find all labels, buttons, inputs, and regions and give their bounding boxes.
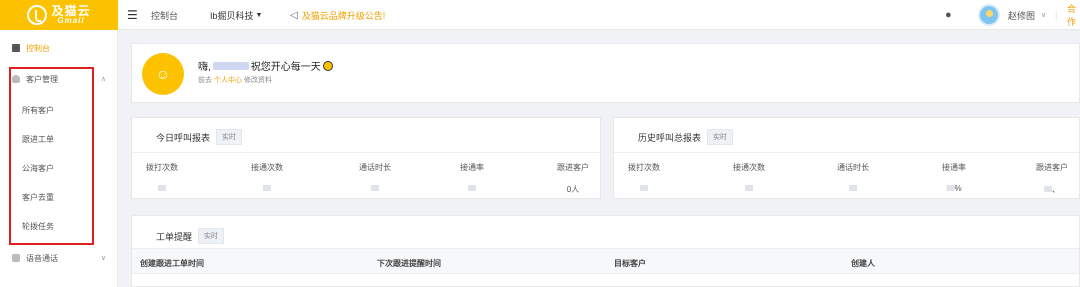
report-title: 历史呼叫总报表 实时 [638, 129, 734, 145]
greeting-prefix: 嗨, [198, 62, 211, 73]
brand-logo[interactable]: 及猫云 Gmall [0, 0, 118, 30]
column-header[interactable]: 创建跟进工单时间 [140, 258, 204, 269]
announcement-link[interactable]: ◁ 及猫云品牌升级公告! [290, 0, 385, 30]
chevron-down-icon: ∨ [100, 255, 106, 262]
smile-emoji-icon [322, 60, 333, 71]
redacted-value [371, 184, 379, 193]
sidebar-item-dashboard[interactable]: 控制台 [0, 34, 118, 62]
profile-avatar-icon: ☺ [142, 53, 184, 95]
company-selector[interactable]: Ib掘贝科技 ▼ [210, 0, 262, 30]
stat-value: % [946, 184, 962, 193]
column-header: 拨打次数 [628, 163, 660, 172]
sidebar-item-label: 控制台 [26, 43, 50, 53]
column-header: 通话时长 [359, 163, 391, 172]
top-bar: 及猫云 Gmall ☰ 控制台 Ib掘贝科技 ▼ ◁ 及猫云品牌升级公告! ● … [0, 0, 1080, 30]
redacted-name [212, 61, 249, 70]
profile-hint: 前去 个人中心 修改资料 [198, 75, 272, 85]
column-header[interactable]: 下次跟进提醒时间 [377, 258, 441, 269]
greeting-suffix: 祝您开心每一天 [250, 62, 321, 73]
today-call-report: 今日呼叫报表 实时 拨打次数 接通次数 通话时长 接通率 跟进客户 0人 [131, 117, 601, 199]
divider: | [1055, 10, 1058, 20]
sidebar-group-label: 语音通话 [26, 253, 58, 263]
divider [132, 152, 600, 153]
profile-hint-prefix: 前去 [198, 77, 212, 84]
chevron-up-icon: ∧ [100, 76, 106, 83]
column-header: 通话时长 [837, 163, 869, 172]
chat-icon [12, 254, 20, 262]
user-avatar[interactable] [978, 4, 1000, 26]
brand-name: 及猫云 Gmall [51, 5, 90, 25]
orders-title: 工单提醒 实时 [156, 228, 225, 244]
profile-center-link[interactable]: 个人中心 [214, 77, 242, 84]
divider [614, 152, 1079, 153]
column-header: 跟进客户 [557, 163, 589, 172]
report-title-text: 今日呼叫报表 [156, 132, 211, 143]
column-header: 接通次数 [251, 163, 283, 172]
realtime-tag: 实时 [198, 228, 225, 244]
column-header: 接通次数 [733, 163, 765, 172]
redacted-value [158, 184, 166, 193]
brand-name-en: Gmall [57, 16, 85, 25]
greeting: 嗨, 祝您开心每一天 [198, 58, 333, 73]
profile-hint-tail: 修改资料 [243, 77, 272, 84]
realtime-tag: 实时 [216, 129, 243, 145]
column-header: 跟进客户 [1036, 163, 1068, 172]
realtime-tag: 实时 [707, 129, 734, 145]
partner-link[interactable]: 合作 [1067, 0, 1080, 30]
user-menu[interactable]: 赵修图 ∨ [1008, 0, 1046, 30]
bell-icon[interactable]: ● [945, 0, 952, 30]
chevron-down-icon: ∨ [1041, 12, 1047, 19]
report-title: 今日呼叫报表 实时 [156, 129, 243, 145]
highlight-box [9, 67, 94, 245]
welcome-card: ☺ 嗨, 祝您开心每一天 前去 个人中心 修改资料 [131, 43, 1080, 103]
speaker-icon: ◁ [290, 9, 298, 21]
redacted-value [640, 184, 648, 193]
stat-value: 0人 [566, 185, 580, 194]
column-header: 接通率 [460, 163, 484, 172]
breadcrumb: 控制台 [151, 10, 179, 21]
table-header: 创建跟进工单时间 下次跟进提醒时间 目标客户 创建人 [132, 248, 1079, 274]
column-header: 拨打次数 [146, 163, 178, 172]
caret-down-icon: ▼ [255, 11, 263, 19]
redacted-value [263, 184, 271, 193]
column-header[interactable]: 目标客户 [614, 258, 646, 269]
value-suffix: 、 [1052, 185, 1060, 194]
redacted-value [849, 184, 857, 193]
percent-sign: % [954, 184, 962, 193]
company-name: Ib掘贝科技 [210, 10, 254, 21]
menu-fold-icon[interactable]: ☰ [127, 0, 138, 30]
stat-value: 、 [1044, 184, 1060, 195]
history-call-report: 历史呼叫总报表 实时 拨打次数 接通次数 通话时长 接通率 跟进客户 % 、 [613, 117, 1080, 199]
column-header[interactable]: 创建人 [851, 258, 875, 269]
sidebar-group-voice[interactable]: 语音通话 ∨ [0, 244, 118, 272]
work-order-reminders: 工单提醒 实时 创建跟进工单时间 下次跟进提醒时间 目标客户 创建人 [131, 215, 1080, 287]
cat-logo-icon [27, 5, 48, 25]
dashboard-icon [12, 44, 20, 52]
report-title-text: 历史呼叫总报表 [638, 132, 702, 143]
announcement-text: 及猫云品牌升级公告! [301, 10, 386, 21]
column-header: 接通率 [942, 163, 966, 172]
user-name: 赵修图 [1008, 10, 1036, 21]
orders-title-text: 工单提醒 [156, 231, 193, 242]
redacted-value [468, 184, 476, 193]
redacted-value [745, 184, 753, 193]
